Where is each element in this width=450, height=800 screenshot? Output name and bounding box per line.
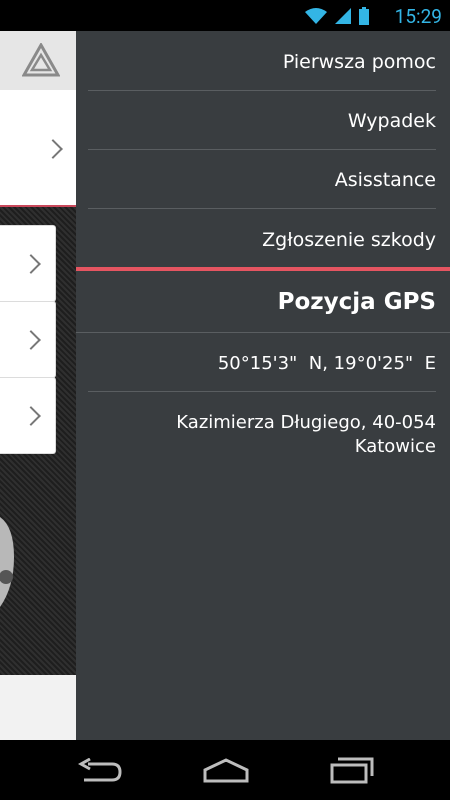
divider [88, 149, 436, 150]
main-content-behind-drawer [0, 31, 76, 740]
status-icons [304, 6, 370, 30]
chevron-right-icon [21, 406, 41, 426]
gps-address-line2: Katowice [354, 436, 436, 457]
accent-bar [76, 267, 450, 271]
status-time: 15:29 [394, 5, 442, 28]
list-item[interactable] [0, 225, 56, 302]
warning-triangle-icon[interactable] [21, 41, 61, 81]
recent-apps-icon[interactable] [330, 756, 374, 788]
menu-item-asisstance[interactable]: Asisstance [88, 169, 436, 191]
car-image [0, 507, 20, 621]
signal-icon [334, 7, 352, 29]
main-card[interactable] [0, 90, 76, 205]
divider [76, 332, 450, 333]
main-footer [0, 675, 76, 740]
divider [88, 208, 436, 209]
chevron-right-icon [43, 139, 63, 159]
system-navigation-bar [0, 740, 450, 800]
divider [88, 391, 436, 392]
carbon-background [0, 207, 76, 675]
menu-item-pierwsza-pomoc[interactable]: Pierwsza pomoc [88, 51, 436, 73]
menu-item-zgloszenie-szkody[interactable]: Zgłoszenie szkody [88, 229, 436, 251]
wifi-icon [304, 7, 328, 29]
home-icon[interactable] [202, 758, 250, 788]
menu-item-wypadek[interactable]: Wypadek [88, 110, 436, 132]
list-item[interactable] [0, 301, 56, 378]
divider [88, 90, 436, 91]
chevron-right-icon [21, 330, 41, 350]
battery-icon [358, 6, 370, 30]
status-bar: 15:29 [0, 0, 450, 31]
gps-address-line1: Kazimierza Długiego, 40-054 [176, 412, 436, 433]
gps-section-title: Pozycja GPS [277, 289, 436, 315]
navigation-drawer: Pierwsza pomoc Wypadek Asisstance Zgłosz… [76, 31, 450, 740]
chevron-right-icon [21, 254, 41, 274]
list-item[interactable] [0, 377, 56, 454]
back-icon[interactable] [77, 757, 122, 788]
gps-coordinates: 50°15'3" N, 19°0'25" E [217, 353, 436, 374]
main-toolbar [0, 31, 76, 91]
